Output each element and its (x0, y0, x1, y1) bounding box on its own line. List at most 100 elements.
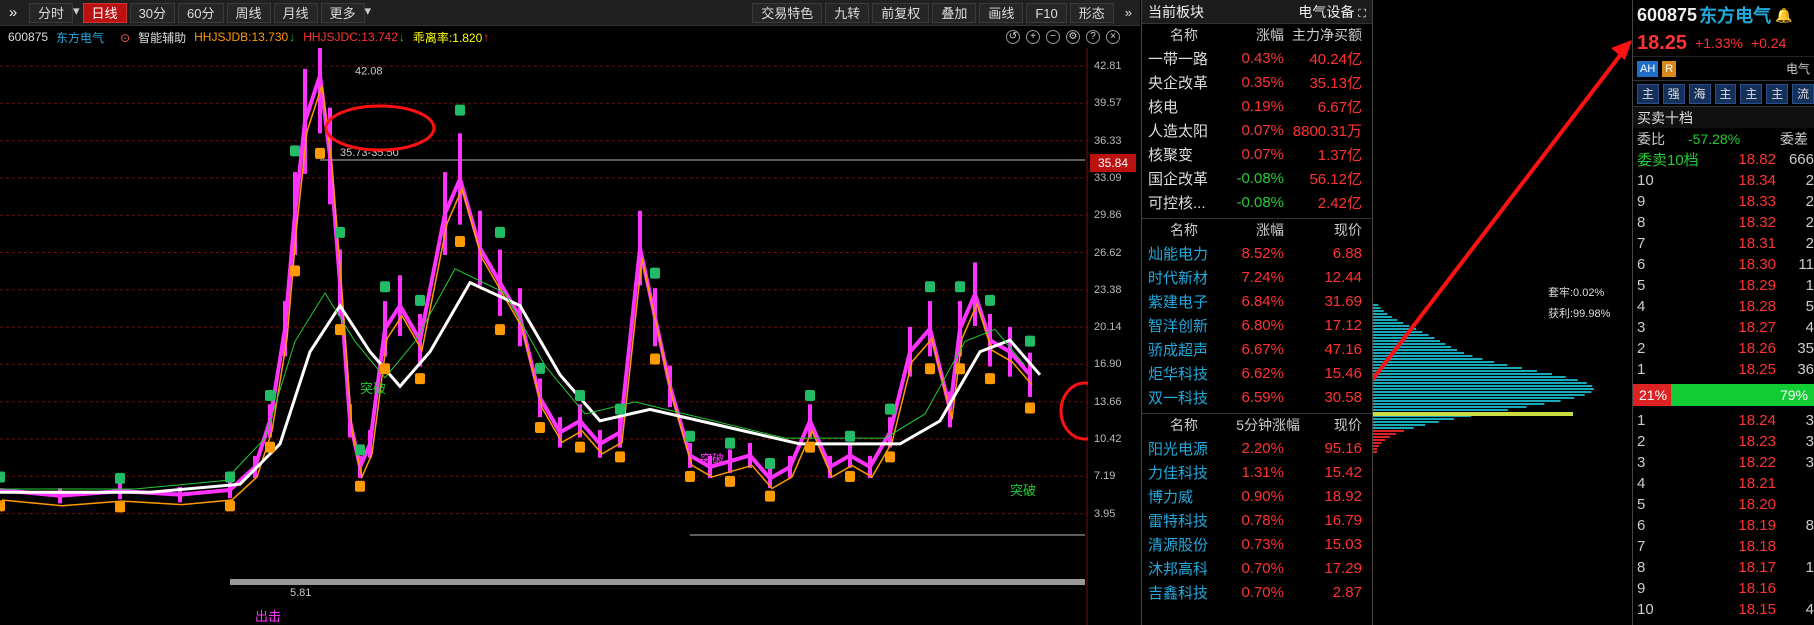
fivemin-row[interactable]: 清源股份 0.73% 15.03 (1142, 532, 1372, 556)
sell-level[interactable]: 2 18.26 35 (1633, 338, 1814, 359)
gainer-chg: 7.24% (1241, 268, 1284, 286)
smart-assist-toggle[interactable]: ⊙ 智能辅助 (112, 29, 186, 46)
level-price: 18.23 (1738, 433, 1776, 450)
buy-signal-marker (455, 104, 465, 116)
tool-button[interactable]: 九转 (825, 3, 870, 23)
sector-row[interactable]: 央企改革 0.35% 35.13亿 (1142, 70, 1372, 94)
r-badge[interactable]: R (1662, 60, 1677, 77)
quote-func-button[interactable]: 主 (1740, 83, 1763, 104)
collapse-icon[interactable]: » (0, 4, 26, 21)
buy-ratio: 21% (1633, 384, 1671, 406)
buy-signal-marker (805, 389, 815, 401)
gainer-row[interactable]: 智洋创新 6.80% 17.12 (1142, 313, 1372, 337)
ah-badge[interactable]: AH (1637, 60, 1659, 77)
close-icon[interactable]: × (1106, 30, 1120, 44)
tool-button[interactable]: 交易特色 (752, 3, 823, 23)
buy-signal-marker (955, 281, 965, 293)
buy-level[interactable]: 8 18.17 1 (1633, 557, 1814, 578)
gainer-row[interactable]: 紫建电子 6.84% 31.69 (1142, 289, 1372, 313)
gainer-row[interactable]: 灿能电力 8.52% 6.88 (1142, 241, 1372, 265)
period-tab[interactable]: 月线 (273, 2, 318, 23)
gainer-row[interactable]: 双一科技 6.59% 30.58 (1142, 385, 1372, 409)
buy-signal-marker (0, 471, 5, 483)
sector-row[interactable]: 一带一路 0.43% 40.24亿 (1142, 46, 1372, 70)
buy-signal-marker (845, 430, 855, 442)
fivemin-row[interactable]: 沐邦高科 0.70% 17.29 (1142, 556, 1372, 580)
sell-level[interactable]: 3 18.27 4 (1633, 317, 1814, 338)
sector-row[interactable]: 核聚变 0.07% 1.37亿 (1142, 142, 1372, 166)
period-tab[interactable]: 30分 (129, 2, 176, 23)
sell-level[interactable]: 6 18.30 11 (1633, 254, 1814, 275)
buy-level[interactable]: 5 18.20 (1633, 494, 1814, 515)
collapse-right-icon[interactable]: » (1117, 3, 1140, 23)
fivemin-name: 沐邦高科 (1148, 560, 1209, 578)
buy-level[interactable]: 6 18.19 8 (1633, 515, 1814, 536)
fivemin-price: 15.03 (1324, 535, 1362, 553)
level-price: 18.21 (1738, 475, 1776, 492)
refresh-icon[interactable]: ↺ (1006, 30, 1020, 44)
bell-icon[interactable]: 🔔 (1775, 7, 1792, 24)
quote-func-button[interactable]: 强 (1662, 83, 1685, 104)
sell-signal-marker (115, 501, 125, 513)
fivemin-row[interactable]: 雷特科技 0.78% 16.79 (1142, 508, 1372, 532)
gainer-price: 31.69 (1324, 292, 1362, 310)
buy-level[interactable]: 10 18.15 4 (1633, 599, 1814, 620)
buy-level[interactable]: 2 18.23 3 (1633, 431, 1814, 452)
sell-level[interactable]: 8 18.32 2 (1633, 212, 1814, 233)
buy-level[interactable]: 1 18.24 3 (1633, 410, 1814, 431)
sell-signal-marker (355, 480, 365, 492)
fivemin-row[interactable]: 吉鑫科技 0.70% 2.87 (1142, 580, 1372, 604)
fivemin-row[interactable]: 力佳科技 1.31% 15.42 (1142, 460, 1372, 484)
period-tab[interactable]: 分时 (29, 2, 74, 23)
fivemin-row[interactable]: 博力威 0.90% 18.92 (1142, 484, 1372, 508)
tool-button[interactable]: 前复权 (872, 3, 930, 23)
gainer-row[interactable]: 炬华科技 6.62% 15.46 (1142, 361, 1372, 385)
fivemin-row[interactable]: 阳光电源 2.20% 95.16 (1142, 436, 1372, 460)
tool-button[interactable]: 形态 (1069, 3, 1114, 23)
expand-icon[interactable]: ⛶ (1358, 8, 1366, 20)
gainer-row[interactable]: 时代新材 7.24% 12.44 (1142, 265, 1372, 289)
help-icon[interactable]: ? (1086, 30, 1100, 44)
sell-level[interactable]: 4 18.28 5 (1633, 296, 1814, 317)
kline-canvas[interactable]: 42.0835.73-35.505.81突破突破突破出击 (0, 48, 1088, 625)
buy-level[interactable]: 9 18.16 (1633, 578, 1814, 599)
dropdown-arrow-icon[interactable]: ▾ (73, 3, 80, 23)
quote-func-button[interactable]: 流 (1792, 83, 1814, 104)
gainers-columns: 名称 涨幅 现价 (1142, 219, 1372, 241)
sell-level[interactable]: 7 18.31 2 (1633, 233, 1814, 254)
quote-func-button[interactable]: 主 (1714, 83, 1737, 104)
zoom-out-icon[interactable]: − (1046, 30, 1060, 44)
period-tab[interactable]: 更多 (320, 2, 365, 23)
quote-func-button[interactable]: 主 (1637, 83, 1659, 104)
tool-button[interactable]: 叠加 (932, 3, 977, 23)
fivemin-name: 吉鑫科技 (1148, 584, 1209, 602)
sector-row[interactable]: 人造太阳 0.07% 8800.31万 (1142, 118, 1372, 142)
sell-level[interactable]: 9 18.33 2 (1633, 191, 1814, 212)
period-tab[interactable]: 60分 (178, 2, 224, 23)
buy-level[interactable]: 4 18.21 (1633, 473, 1814, 494)
buy-level[interactable]: 7 18.18 (1633, 536, 1814, 557)
sector-row[interactable]: 核电 0.19% 6.67亿 (1142, 94, 1372, 118)
period-tab[interactable]: 周线 (226, 2, 271, 23)
sector-row[interactable]: 国企改革 -0.08% 56.12亿 (1142, 166, 1372, 190)
period-tab[interactable]: 日线 (82, 2, 127, 23)
buy-level[interactable]: 3 18.22 3 (1633, 452, 1814, 473)
industry-label[interactable]: 电气设备 ⛶ (1298, 2, 1366, 22)
sell-level[interactable]: 5 18.29 1 (1633, 275, 1814, 296)
tool-button[interactable]: 画线 (979, 3, 1024, 23)
quote-func-button[interactable]: 主 (1766, 83, 1789, 104)
dropdown-arrow-icon[interactable]: ▾ (365, 3, 372, 23)
sell-signal-marker (315, 147, 325, 159)
settings-gear-icon[interactable]: ⚙ (1066, 30, 1080, 44)
zoom-in-icon[interactable]: + (1026, 30, 1040, 44)
buy-signal-marker (615, 403, 625, 415)
quote-func-button[interactable]: 海 (1688, 83, 1711, 104)
sell-level[interactable]: 10 18.34 2 (1633, 170, 1814, 191)
buy-signal-marker (725, 437, 735, 449)
sell-level[interactable]: 1 18.25 36 (1633, 359, 1814, 380)
sector-row[interactable]: 可控核... -0.08% 2.42亿 (1142, 190, 1372, 214)
sell-signal-marker (685, 470, 695, 482)
col-chg: 涨幅 (1256, 27, 1284, 43)
gainer-row[interactable]: 骄成超声 6.67% 47.16 (1142, 337, 1372, 361)
tool-button[interactable]: F10 (1026, 3, 1067, 23)
